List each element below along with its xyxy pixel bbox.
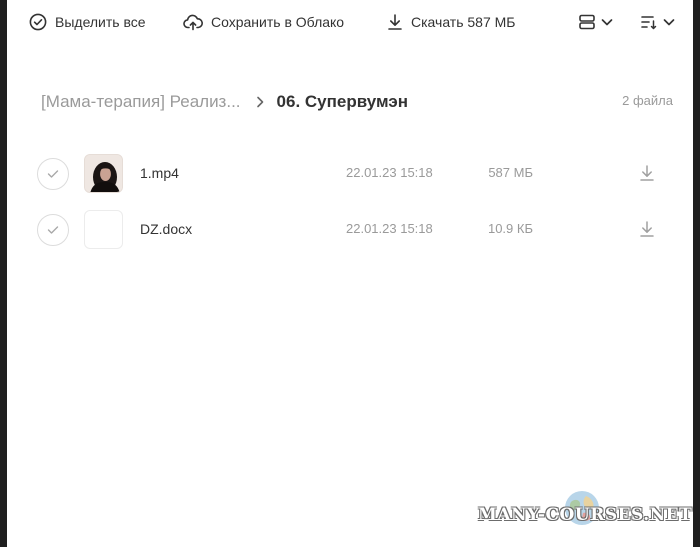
cloud-upload-icon — [183, 13, 203, 31]
watermark: MANY-COURSES.NET — [478, 491, 693, 530]
save-to-cloud-label: Сохранить в Облако — [211, 14, 345, 30]
watermark-text: MANY-COURSES.NET — [478, 505, 693, 525]
video-thumbnail — [84, 154, 123, 193]
sort-dropdown[interactable] — [640, 10, 676, 34]
check-circle-icon — [29, 13, 47, 31]
download-icon[interactable] — [639, 164, 655, 187]
sort-icon — [640, 13, 658, 31]
download-icon[interactable] — [639, 220, 655, 243]
checkmark-icon — [47, 226, 59, 234]
file-select-checkbox[interactable] — [37, 214, 69, 246]
file-date: 22.01.23 15:18 — [346, 165, 433, 180]
breadcrumb-current-folder: 06. Супервумэн — [276, 92, 408, 111]
select-all-label: Выделить все — [55, 14, 146, 30]
file-size: 587 МБ — [488, 165, 533, 180]
list-view-icon — [578, 13, 596, 31]
checkmark-icon — [47, 170, 59, 178]
view-mode-dropdown[interactable] — [578, 10, 614, 34]
download-all-label: Скачать 587 МБ — [411, 14, 516, 30]
toolbar: Выделить все Сохранить в Облако Скачать … — [7, 0, 693, 44]
file-size: 10.9 КБ — [487, 221, 533, 236]
save-to-cloud-button[interactable]: Сохранить в Облако — [183, 10, 344, 34]
breadcrumb: [Мама-терапия] Реализ... 06. Супервумэн — [41, 90, 408, 114]
download-all-button[interactable]: Скачать 587 МБ — [387, 10, 516, 34]
file-row[interactable]: 1.mp4 22.01.23 15:18 587 МБ — [7, 152, 693, 196]
document-thumbnail — [84, 210, 123, 249]
select-all-button[interactable]: Выделить все — [29, 10, 146, 34]
file-name[interactable]: DZ.docx — [140, 221, 192, 237]
file-select-checkbox[interactable] — [37, 158, 69, 190]
file-name[interactable]: 1.mp4 — [140, 165, 179, 181]
chevron-right-icon — [255, 95, 265, 109]
chevron-down-icon — [662, 15, 676, 29]
download-icon — [387, 13, 403, 31]
breadcrumb-parent-folder[interactable]: [Мама-терапия] Реализ... — [41, 92, 241, 112]
file-share-panel: Выделить все Сохранить в Облако Скачать … — [7, 0, 693, 547]
file-row[interactable]: DZ.docx 22.01.23 15:18 10.9 КБ — [7, 208, 693, 252]
file-date: 22.01.23 15:18 — [346, 221, 433, 236]
chevron-down-icon — [600, 15, 614, 29]
file-count: 2 файла — [622, 93, 673, 108]
